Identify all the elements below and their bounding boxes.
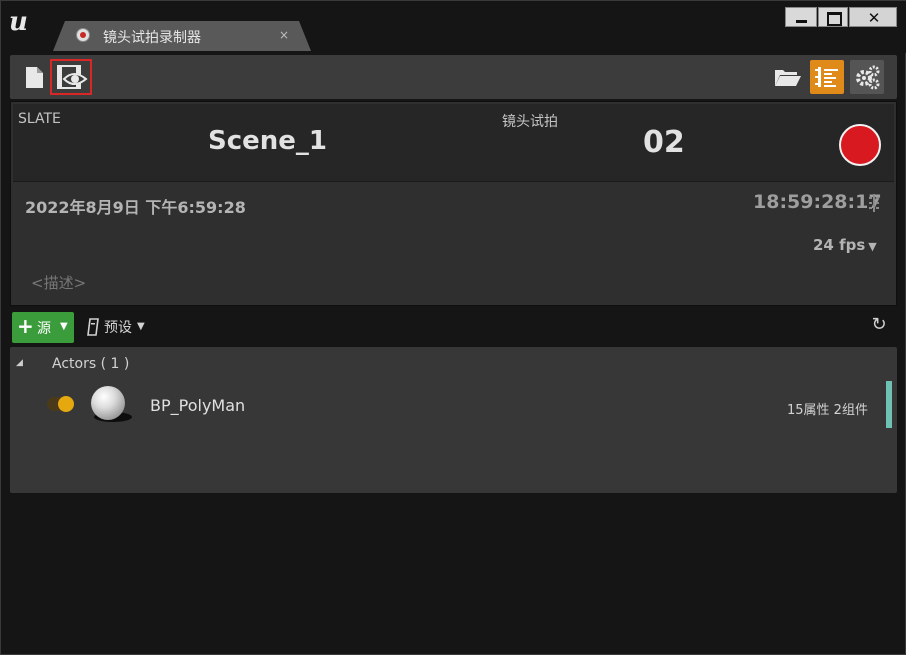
- tab-take-recorder[interactable]: 镜头试拍录制器 ×: [53, 21, 311, 51]
- timecode-icon: [867, 193, 881, 213]
- presets-label: 预设: [104, 320, 132, 336]
- minimize-button[interactable]: [785, 7, 817, 27]
- chevron-down-icon: ▼: [60, 321, 68, 332]
- reset-icon[interactable]: ↻: [869, 315, 889, 335]
- slate-label: SLATE: [18, 111, 61, 127]
- frame-rate-dropdown[interactable]: 24 fps ▼: [813, 236, 877, 254]
- record-button[interactable]: [839, 124, 881, 166]
- toolbar: [10, 55, 897, 99]
- scene-name-field[interactable]: Scene_1: [208, 126, 327, 156]
- chevron-down-icon: ▼: [868, 240, 877, 253]
- toggle-knob: [58, 396, 74, 412]
- timecode-display: 18:59:28:17: [753, 191, 882, 213]
- take-number-field[interactable]: 02: [643, 125, 685, 160]
- new-document-icon[interactable]: [18, 61, 50, 93]
- preset-icon: [86, 318, 100, 336]
- record-tab-icon: [77, 29, 89, 41]
- chevron-down-icon: ▼: [137, 321, 145, 332]
- actor-thumbnail: [91, 386, 125, 420]
- list-item[interactable]: BP_PolyMan 15属性 2组件: [10, 381, 897, 428]
- close-window-button[interactable]: [849, 7, 898, 28]
- window-controls: [785, 7, 898, 28]
- take-recorder-window: u 镜头试拍录制器 × ✕ SLATE Scene_1 镜头试拍 02 2022…: [0, 0, 906, 655]
- tab-close-icon[interactable]: ×: [279, 28, 289, 42]
- collapse-triangle-icon[interactable]: ◢: [16, 358, 23, 368]
- add-source-label: 源: [37, 321, 51, 337]
- unreal-logo-icon: u: [9, 7, 28, 37]
- take-label: 镜头试拍: [502, 114, 558, 130]
- frame-rate-value: 24 fps: [813, 236, 866, 254]
- group-label: Actors ( 1 ): [52, 356, 130, 372]
- layout-icon[interactable]: [810, 60, 844, 94]
- open-folder-icon[interactable]: [772, 61, 804, 93]
- slate-header: SLATE Scene_1 镜头试拍 02: [13, 104, 894, 182]
- title-bar: u 镜头试拍录制器 ×: [1, 1, 906, 53]
- actor-info: 15属性 2组件: [787, 403, 868, 418]
- recording-date: 2022年8月9日 下午6:59:28: [25, 198, 246, 217]
- description-field[interactable]: <描述>: [31, 272, 86, 293]
- settings-icon[interactable]: [850, 60, 884, 94]
- review-takes-icon[interactable]: [50, 59, 92, 95]
- slate-panel: SLATE Scene_1 镜头试拍 02 2022年8月9日 下午6:59:2…: [10, 101, 897, 306]
- actor-name: BP_PolyMan: [150, 396, 246, 415]
- row-accent-bar: [886, 381, 892, 428]
- sources-list: ◢ Actors ( 1 ) BP_PolyMan 15属性 2组件: [10, 347, 897, 493]
- plus-icon: +: [17, 314, 34, 338]
- add-source-button[interactable]: + 源 ▼: [12, 312, 74, 343]
- tab-title: 镜头试拍录制器: [103, 30, 201, 46]
- maximize-button[interactable]: [818, 7, 848, 27]
